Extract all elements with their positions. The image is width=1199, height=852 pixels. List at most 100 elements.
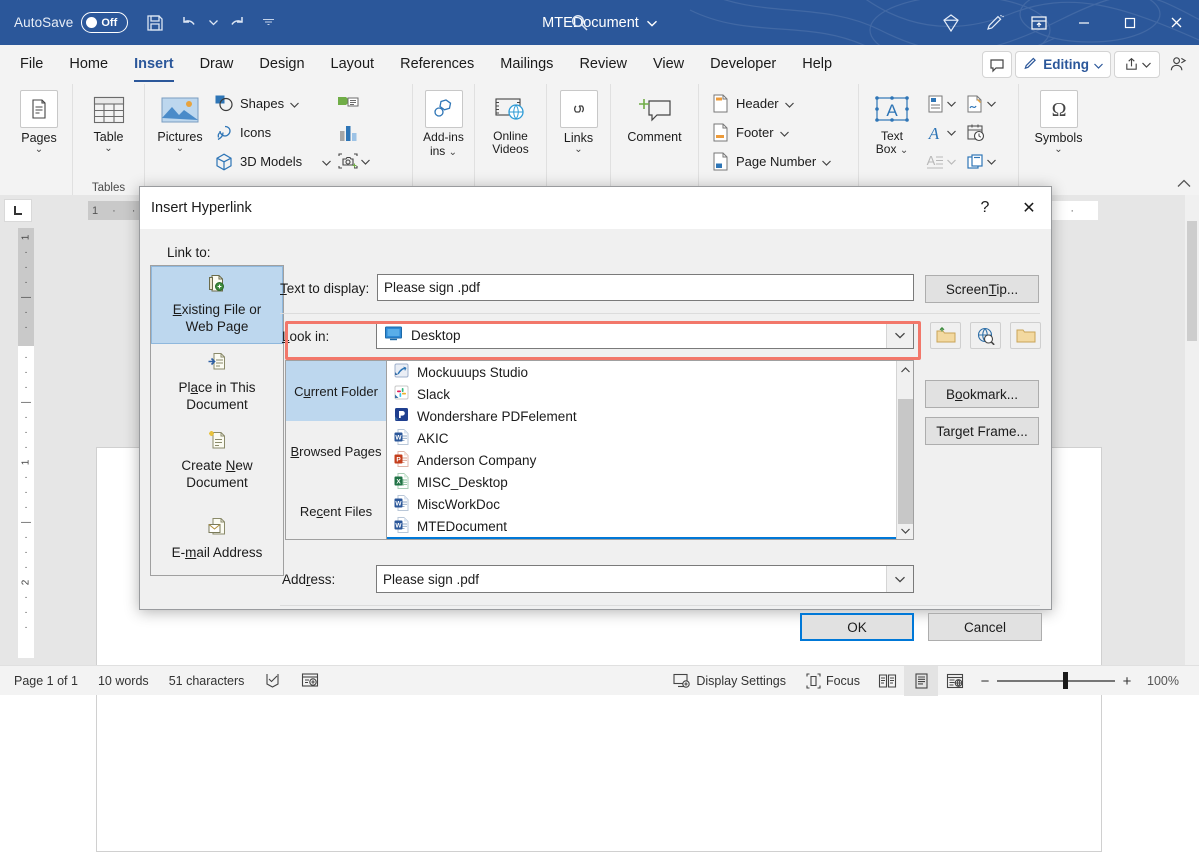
scroll-up-icon[interactable] <box>897 361 913 378</box>
target-frame-button[interactable]: Target Frame... <box>925 417 1039 445</box>
scroll-down-icon[interactable] <box>897 522 914 539</box>
date-time-button[interactable] <box>961 118 989 147</box>
word-count[interactable]: 10 words <box>88 666 159 696</box>
screentip-button[interactable]: ScreenTip... <box>925 275 1039 303</box>
file-list-scrollbar[interactable] <box>896 361 913 539</box>
list-item-selected[interactable]: PDF Please sign <box>387 537 896 539</box>
list-item[interactable]: Mockuuups Studio <box>387 361 896 383</box>
list-item[interactable]: Slack <box>387 383 896 405</box>
zoom-in-button[interactable]: + <box>1122 673 1132 690</box>
browser-tab-current-folder[interactable]: Current Folder <box>286 361 386 421</box>
zoom-slider[interactable]: − + 100% <box>972 673 1199 690</box>
collapse-ribbon-icon[interactable] <box>1177 176 1191 191</box>
zoom-level[interactable]: 100% <box>1147 674 1179 688</box>
footer-button[interactable]: Footer <box>707 118 834 147</box>
tab-design[interactable]: Design <box>248 52 315 76</box>
list-item[interactable]: Wondershare PDFelement <box>387 405 896 427</box>
browser-tab-recent-files[interactable]: Recent Files <box>286 481 386 541</box>
shapes-button[interactable]: Shapes <box>211 89 334 118</box>
address-combobox[interactable]: Please sign .pdf <box>376 565 914 593</box>
smartart-icon[interactable] <box>334 89 362 118</box>
text-to-display-input[interactable]: Please sign .pdf <box>377 274 914 301</box>
minimize-button[interactable] <box>1061 0 1107 45</box>
table-button[interactable]: Table ⌄ <box>77 84 141 153</box>
vertical-ruler[interactable]: 1 ···—·· ···—··· 1 ···—··· 2 ··· <box>18 228 34 658</box>
list-item[interactable]: X MISC_Desktop <box>387 471 896 493</box>
tab-view[interactable]: View <box>642 52 695 76</box>
close-button[interactable] <box>1153 0 1199 45</box>
pictures-button[interactable]: Pictures ⌄ <box>149 84 211 153</box>
tab-file[interactable]: File <box>9 52 54 76</box>
ribbon-display-options-icon[interactable] <box>1017 0 1061 45</box>
zoom-track[interactable] <box>997 680 1115 682</box>
maximize-button[interactable] <box>1107 0 1153 45</box>
editing-mode-button[interactable]: Editing <box>1015 51 1111 78</box>
look-in-dropdown-icon[interactable] <box>886 322 913 348</box>
drop-cap-button[interactable]: A <box>921 147 961 176</box>
customize-qat-icon[interactable] <box>254 8 282 38</box>
focus-button[interactable]: Focus <box>796 666 870 696</box>
online-videos-button[interactable]: OnlineVideos <box>479 84 543 156</box>
wordart-button[interactable]: A <box>921 118 961 147</box>
tab-mailings[interactable]: Mailings <box>489 52 564 76</box>
tab-help[interactable]: Help <box>791 52 843 76</box>
dialog-close-icon[interactable]: ✕ <box>1007 187 1051 229</box>
web-layout-icon[interactable] <box>938 666 972 696</box>
help-icon[interactable]: ? <box>963 187 1007 229</box>
list-item[interactable]: W AKIC <box>387 427 896 449</box>
list-item[interactable]: W MTEDocument <box>387 515 896 537</box>
undo-dropdown-icon[interactable] <box>206 8 220 38</box>
browse-for-file-icon[interactable] <box>1010 322 1041 349</box>
comment-button[interactable]: Comment <box>614 84 696 144</box>
autosave-toggle[interactable]: Off <box>81 12 128 33</box>
document-title-dropdown-icon[interactable] <box>647 15 657 31</box>
file-list[interactable]: Mockuuups Studio Slack <box>387 361 896 539</box>
pen-icon[interactable] <box>973 0 1017 45</box>
tab-home[interactable]: Home <box>58 52 119 76</box>
zoom-thumb[interactable] <box>1063 672 1068 689</box>
quick-parts-button[interactable] <box>921 89 961 118</box>
redo-icon[interactable] <box>220 8 254 38</box>
share-person-icon[interactable] <box>1163 51 1193 78</box>
pages-button[interactable]: Pages ⌄ <box>7 84 71 154</box>
browse-the-web-icon[interactable] <box>970 322 1001 349</box>
print-layout-icon[interactable] <box>904 666 938 696</box>
save-icon[interactable] <box>138 8 172 38</box>
browser-tab-browsed-pages[interactable]: Browsed Pages <box>286 421 386 481</box>
page-number-button[interactable]: Page Number <box>707 147 834 176</box>
header-button[interactable]: Header <box>707 89 834 118</box>
look-in-combobox[interactable]: Desktop <box>376 321 914 349</box>
accessibility-icon[interactable] <box>291 666 329 696</box>
character-count[interactable]: 51 characters <box>159 666 255 696</box>
icons-button[interactable]: Icons <box>211 118 334 147</box>
read-mode-icon[interactable] <box>870 666 904 696</box>
list-item[interactable]: W MiscWorkDoc <box>387 493 896 515</box>
ok-button[interactable]: OK <box>800 613 914 641</box>
tab-developer[interactable]: Developer <box>699 52 787 76</box>
link-to-existing-file-or-web-page[interactable]: Existing File or Web Page <box>151 266 283 344</box>
link-to-create-new-document[interactable]: Create New Document <box>151 422 283 500</box>
screenshot-button[interactable] <box>334 147 374 176</box>
undo-icon[interactable] <box>172 8 206 38</box>
tab-layout[interactable]: Layout <box>320 52 386 76</box>
search-icon[interactable] <box>565 8 593 36</box>
up-one-folder-icon[interactable] <box>930 322 961 349</box>
object-button[interactable] <box>961 147 1001 176</box>
addins-button[interactable]: Add-ins ins ⌄ <box>412 84 476 159</box>
symbols-button[interactable]: Ω Symbols ⌄ <box>1021 84 1097 154</box>
tab-draw[interactable]: Draw <box>189 52 245 76</box>
share-button[interactable] <box>1114 51 1160 78</box>
link-to-place-in-this-document[interactable]: Place in This Document <box>151 344 283 422</box>
display-settings-button[interactable]: Display Settings <box>659 666 796 696</box>
chart-icon[interactable] <box>334 118 362 147</box>
file-list-scrollbar-thumb[interactable] <box>898 399 913 524</box>
vertical-scrollbar[interactable] <box>1185 195 1199 665</box>
proofing-icon[interactable] <box>254 666 291 696</box>
diamond-icon[interactable] <box>929 0 973 45</box>
zoom-out-button[interactable]: − <box>980 673 990 690</box>
text-box-button[interactable]: A TextBox ⌄ <box>863 84 921 156</box>
address-dropdown-icon[interactable] <box>886 566 913 592</box>
tab-insert[interactable]: Insert <box>123 52 185 76</box>
tab-stop-selector[interactable] <box>4 199 32 222</box>
scrollbar-thumb[interactable] <box>1187 221 1197 341</box>
